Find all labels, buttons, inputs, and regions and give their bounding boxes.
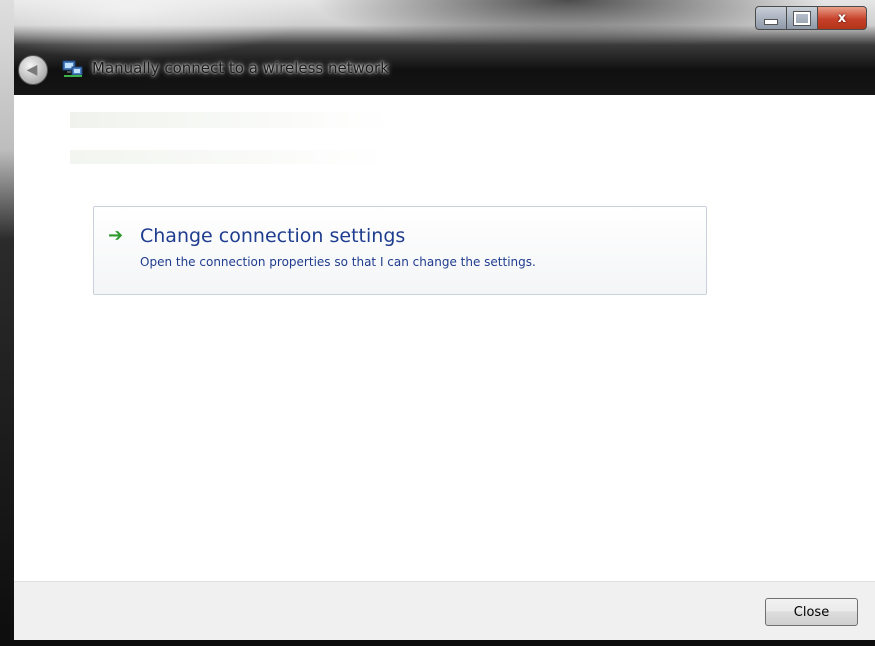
faded-subheading <box>70 150 390 164</box>
window-bottom-edge <box>0 640 875 646</box>
back-arrow-icon: ◀ <box>26 62 38 78</box>
network-icon <box>62 60 83 77</box>
maximize-icon <box>793 10 811 26</box>
window-left-edge <box>0 0 14 646</box>
caption-buttons: x <box>755 6 867 30</box>
minimize-icon <box>764 19 778 25</box>
close-icon: x <box>837 10 847 26</box>
green-arrow-icon: ➔ <box>108 225 124 246</box>
title-bar <box>8 0 875 95</box>
window-title: Manually connect to a wireless network <box>92 59 389 77</box>
minimize-button[interactable] <box>755 6 787 30</box>
back-button[interactable]: ◀ <box>18 55 48 85</box>
change-connection-settings-link[interactable]: ➔ Change connection settings Open the co… <box>93 206 707 295</box>
footer-bar <box>14 581 875 641</box>
content-area <box>14 95 875 581</box>
faded-heading <box>70 112 390 128</box>
close-button[interactable]: Close <box>765 598 858 626</box>
command-link-description: Open the connection properties so that I… <box>140 255 536 269</box>
command-link-title: Change connection settings <box>140 225 406 247</box>
maximize-button[interactable] <box>787 6 818 30</box>
window-close-button[interactable]: x <box>818 6 867 30</box>
